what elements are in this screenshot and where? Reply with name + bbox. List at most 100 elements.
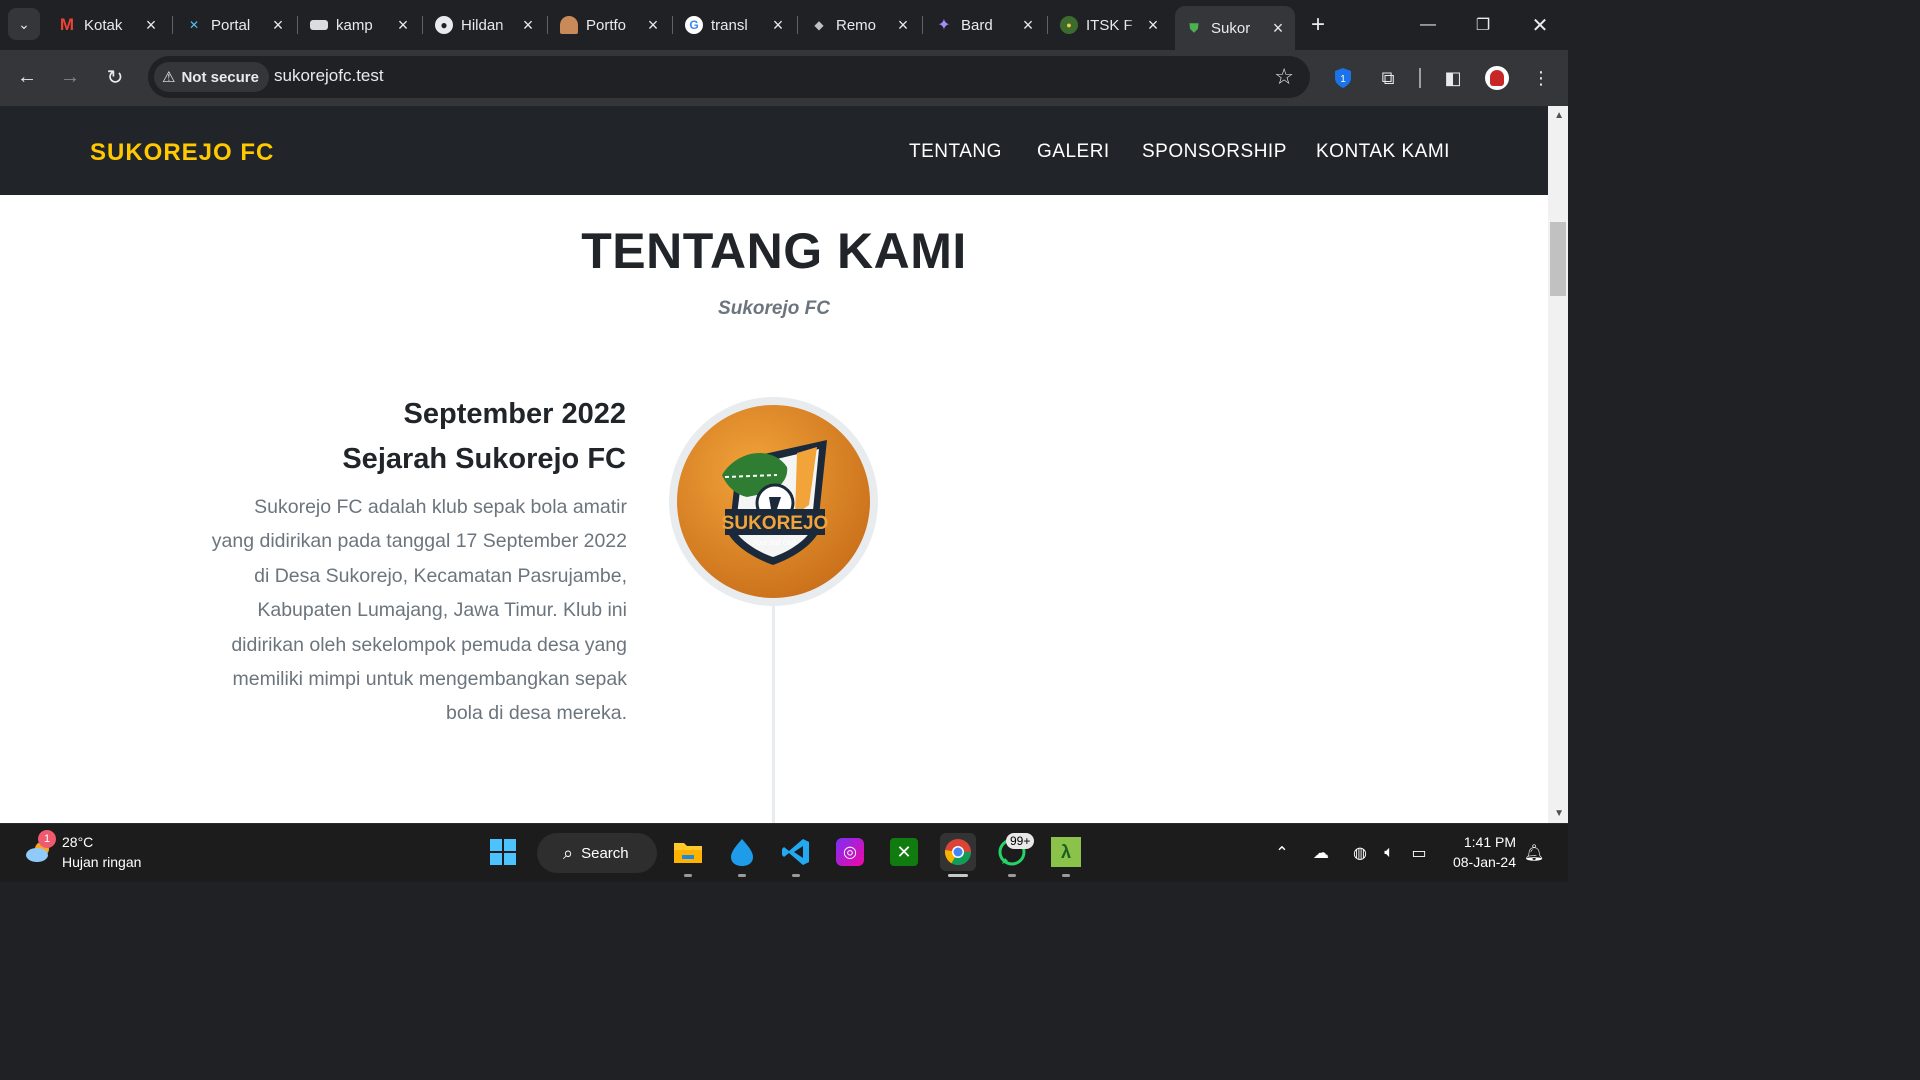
show-hidden-icons-button[interactable]: ⌃ <box>1271 842 1293 864</box>
close-tab-icon[interactable]: × <box>1267 18 1289 39</box>
chrome-button[interactable] <box>940 833 976 871</box>
clock-date[interactable]: 08-Jan-24 <box>1453 854 1516 870</box>
reload-icon: ↻ <box>106 66 124 89</box>
address-bar[interactable]: ⚠ Not secure sukorejofc.test ☆ <box>148 56 1310 98</box>
tab-title: Portal <box>211 16 251 34</box>
close-tab-icon[interactable]: × <box>1142 15 1164 36</box>
scroll-down-icon[interactable]: ▼ <box>1554 808 1564 819</box>
chrome-menu-button[interactable]: ⋮ <box>1527 64 1555 92</box>
close-tab-icon[interactable]: × <box>892 15 914 36</box>
tab-itsk[interactable]: ● ITSK F × <box>1050 6 1170 44</box>
weather-temperature: 28°C <box>62 834 94 850</box>
scroll-up-icon[interactable]: ▲ <box>1554 110 1564 121</box>
file-explorer-button[interactable] <box>671 835 705 869</box>
tab-sukorejo[interactable]: ⛊ Sukor × <box>1175 6 1295 50</box>
tab-title: Bard <box>961 16 993 34</box>
profile-button[interactable] <box>1483 64 1511 92</box>
calculator-app-button[interactable]: λ <box>1049 835 1083 869</box>
nav-sponsorship[interactable]: SPONSORSHIP <box>1142 141 1287 163</box>
app-button[interactable]: ◎ <box>833 835 867 869</box>
arrow-right-icon: → <box>60 65 80 88</box>
nav-tentang[interactable]: TENTANG <box>909 141 1002 163</box>
vscode-button[interactable] <box>779 835 813 869</box>
close-window-button[interactable]: ✕ <box>1525 10 1555 40</box>
tab-strip: ⌄ M Kotak × ✕ Portal × kamp × ● Hildan ×… <box>0 0 1568 50</box>
tab-bard[interactable]: ✦ Bard × <box>925 6 1045 44</box>
close-tab-icon[interactable]: × <box>392 15 414 36</box>
weather-badge: 1 <box>38 830 56 848</box>
tab-portal[interactable]: ✕ Portal × <box>175 6 295 44</box>
back-button[interactable]: ← <box>12 62 42 92</box>
minimize-button[interactable]: — <box>1413 10 1443 40</box>
club-logo: SUKOREJO Foot Ball Club <box>677 405 870 598</box>
chevron-down-icon: ⌄ <box>18 15 30 32</box>
github-icon: ● <box>435 16 453 34</box>
side-panel-button[interactable]: ◧ <box>1439 64 1467 92</box>
restore-icon: ❐ <box>1475 17 1491 34</box>
close-tab-icon[interactable]: × <box>767 15 789 36</box>
cloud-icon: ☁ <box>1313 845 1329 862</box>
url-text[interactable]: sukorejofc.test <box>274 66 384 86</box>
itsk-icon: ● <box>1060 16 1078 34</box>
forward-button[interactable]: → <box>55 62 85 92</box>
plus-icon: + <box>1310 11 1325 38</box>
tab-title: transl <box>711 16 748 34</box>
tab-translate[interactable]: G transl × <box>675 6 795 44</box>
bitwarden-extension-button[interactable]: 1 <box>1329 64 1357 92</box>
notifications-button[interactable]: 🔔︎ <box>1523 842 1545 864</box>
site-brand[interactable]: SUKOREJO FC <box>90 139 274 167</box>
lambda-app-icon: λ <box>1051 837 1081 867</box>
chevron-up-icon: ⌃ <box>1275 845 1289 862</box>
security-indicator[interactable]: ⚠ Not secure <box>154 62 269 92</box>
toolbar-divider <box>1419 68 1421 88</box>
page-scrollbar[interactable]: ▲ ▼ <box>1548 106 1568 823</box>
edge-app-button[interactable] <box>725 835 759 869</box>
network-button[interactable]: ◍ <box>1349 842 1371 864</box>
scrollbar-thumb[interactable] <box>1550 222 1566 296</box>
tab-portfolio[interactable]: Portfo × <box>550 6 670 44</box>
close-tab-icon[interactable]: × <box>267 15 289 36</box>
tab-remove[interactable]: ◆ Remo × <box>800 6 920 44</box>
volume-button[interactable]: 🔈︎ <box>1378 842 1400 864</box>
battery-icon: ▭ <box>1411 845 1427 862</box>
more-vertical-icon: ⋮ <box>1532 67 1550 88</box>
close-tab-icon[interactable]: × <box>517 15 539 36</box>
close-tab-icon[interactable]: × <box>1017 15 1039 36</box>
weather-condition: Hujan ringan <box>62 854 142 870</box>
tab-title: Portfo <box>586 16 627 34</box>
tab-kampus[interactable]: kamp × <box>300 6 420 44</box>
browser-toolbar: ← → ↻ ⚠ Not secure sukorejofc.test ☆ 1 ⧉… <box>0 50 1568 106</box>
running-indicator <box>1062 874 1070 877</box>
close-tab-icon[interactable]: × <box>642 15 664 36</box>
bookmark-star-icon[interactable]: ☆ <box>1274 64 1294 90</box>
running-indicator <box>792 874 800 877</box>
taskbar-search[interactable]: ⌕ Search <box>537 833 657 873</box>
timeline-body: Sukorejo FC adalah klub sepak bola amati… <box>211 496 627 725</box>
tab-title: Hildan <box>461 16 504 34</box>
tab-github[interactable]: ● Hildan × <box>425 6 545 44</box>
chrome-icon <box>944 839 972 866</box>
close-tab-icon[interactable]: × <box>140 15 162 36</box>
timeline-heading: Sejarah Sukorejo FC <box>342 443 626 475</box>
new-tab-button[interactable]: + <box>1305 11 1331 38</box>
nav-galeri[interactable]: GALERI <box>1037 141 1110 163</box>
site-navbar: SUKOREJO FC TENTANG GALERI SPONSORSHIP K… <box>0 106 1548 195</box>
onedrive-button[interactable]: ☁ <box>1310 842 1332 864</box>
timeline-date: September 2022 <box>403 398 626 430</box>
clock-time[interactable]: 1:41 PM <box>1464 834 1516 850</box>
start-button[interactable] <box>486 835 520 869</box>
side-panel-icon: ◧ <box>1444 67 1462 88</box>
xbox-icon: ✕ <box>890 838 918 866</box>
restore-button[interactable]: ❐ <box>1468 10 1498 40</box>
extensions-button[interactable]: ⧉ <box>1374 64 1402 92</box>
timeline-image: SUKOREJO Foot Ball Club <box>669 397 878 606</box>
xbox-button[interactable]: ✕ <box>887 835 921 869</box>
reload-button[interactable]: ↻ <box>100 62 130 92</box>
taskbar: 1 28°C Hujan ringan ⌕ Search ◎ ✕ 99+ λ ⌃… <box>0 823 1568 882</box>
tab-gmail[interactable]: M Kotak × <box>48 6 168 44</box>
tab-search-button[interactable]: ⌄ <box>8 8 40 40</box>
tab-title: kamp <box>336 16 373 34</box>
battery-button[interactable]: ▭ <box>1408 842 1430 864</box>
nav-kontak-kami[interactable]: KONTAK KAMI <box>1316 141 1450 163</box>
tab-title: Remo <box>836 16 877 34</box>
